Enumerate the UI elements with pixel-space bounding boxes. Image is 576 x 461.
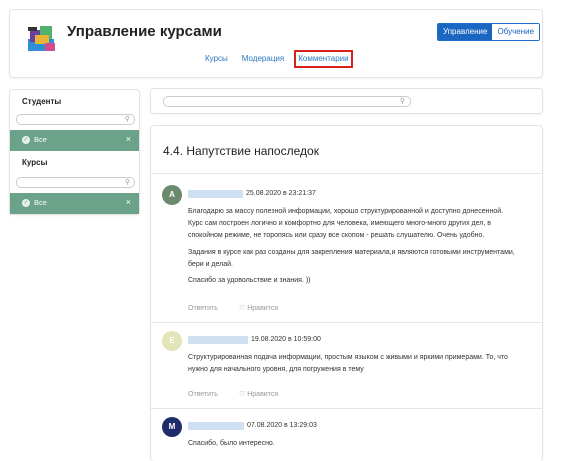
check-icon: ✓ bbox=[22, 136, 30, 144]
comment-text: Благодарю за массу полезной информации, … bbox=[188, 208, 504, 239]
students-search-input[interactable]: ⚲ bbox=[16, 114, 135, 125]
search-icon: ⚲ bbox=[124, 116, 130, 123]
comments-panel: 4.4. Напутствие напоследок A 25.08.2020 … bbox=[150, 125, 543, 461]
courses-search-input[interactable]: ⚲ bbox=[16, 177, 135, 188]
app-logo[interactable] bbox=[25, 21, 59, 55]
comment-text: Задания в курсе как раз созданы для закр… bbox=[188, 249, 515, 268]
avatar: E bbox=[162, 331, 182, 351]
students-filter-chip[interactable]: ✓ Все × bbox=[10, 130, 139, 151]
courses-heading: Курсы bbox=[22, 158, 48, 167]
comment-item: M 07.08.2020 в 13:29:03 Спасибо, было ин… bbox=[151, 417, 542, 461]
avatar: A bbox=[162, 185, 182, 205]
like-label: Нравится bbox=[247, 391, 279, 398]
close-icon[interactable]: × bbox=[126, 197, 131, 207]
students-filter-label: Все bbox=[34, 135, 47, 144]
header-nav: Курсы Модерация Комментарии bbox=[205, 50, 353, 68]
comment-item: A 25.08.2020 в 23:21:37 Благодарю за мас… bbox=[151, 185, 542, 320]
like-button[interactable]: ♡ Нравится bbox=[239, 390, 278, 398]
comment-text: Спасибо, было интересно. bbox=[188, 440, 275, 447]
page-title: Управление курсами bbox=[67, 23, 222, 40]
divider bbox=[151, 173, 542, 174]
author-name-redacted bbox=[188, 336, 248, 344]
search-icon: ⚲ bbox=[124, 179, 130, 186]
lesson-title: 4.4. Напутствие напоследок bbox=[163, 144, 319, 158]
close-icon[interactable]: × bbox=[126, 134, 131, 144]
avatar: M bbox=[162, 417, 182, 437]
nav-comments-link[interactable]: Комментарии bbox=[294, 50, 353, 68]
divider bbox=[151, 322, 542, 323]
header-card: Управление курсами Управление Обучение К… bbox=[9, 9, 543, 78]
comments-search-input[interactable]: ⚲ bbox=[163, 96, 411, 107]
role-toggle: Управление Обучение bbox=[437, 23, 541, 41]
check-icon: ✓ bbox=[22, 199, 30, 207]
comment-date: 25.08.2020 в 23:21:37 bbox=[246, 190, 316, 197]
like-label: Нравится bbox=[247, 305, 279, 312]
courses-filter-label: Все bbox=[34, 198, 47, 207]
reply-link[interactable]: Ответить bbox=[188, 391, 218, 398]
comment-item: E 19.08.2020 в 10:59:00 Структурированна… bbox=[151, 331, 542, 411]
author-name-redacted bbox=[188, 422, 244, 430]
author-name-redacted bbox=[188, 190, 243, 198]
comment-text: Спасибо за удовольствие и знания. )) bbox=[188, 277, 311, 284]
nav-moderation-link[interactable]: Модерация bbox=[242, 52, 284, 66]
like-button[interactable]: ♡ Нравится bbox=[239, 304, 278, 312]
search-bar-card: ⚲ bbox=[150, 88, 543, 114]
reply-link[interactable]: Ответить bbox=[188, 305, 218, 312]
comment-date: 07.08.2020 в 13:29:03 bbox=[247, 422, 317, 429]
comment-text: Структурированная подача информации, про… bbox=[188, 354, 508, 373]
divider bbox=[151, 408, 542, 409]
comment-date: 19.08.2020 в 10:59:00 bbox=[251, 336, 321, 343]
filters-sidebar: Студенты ⚲ ✓ Все × Курсы ⚲ ✓ Все × bbox=[9, 89, 140, 215]
students-heading: Студенты bbox=[22, 97, 62, 106]
role-learning-button[interactable]: Обучение bbox=[492, 24, 540, 40]
role-manage-button[interactable]: Управление bbox=[438, 24, 493, 40]
nav-courses-link[interactable]: Курсы bbox=[205, 52, 228, 66]
courses-filter-chip[interactable]: ✓ Все × bbox=[10, 193, 139, 214]
search-icon: ⚲ bbox=[399, 98, 405, 105]
heart-icon: ♡ bbox=[239, 391, 246, 398]
heart-icon: ♡ bbox=[239, 305, 246, 312]
